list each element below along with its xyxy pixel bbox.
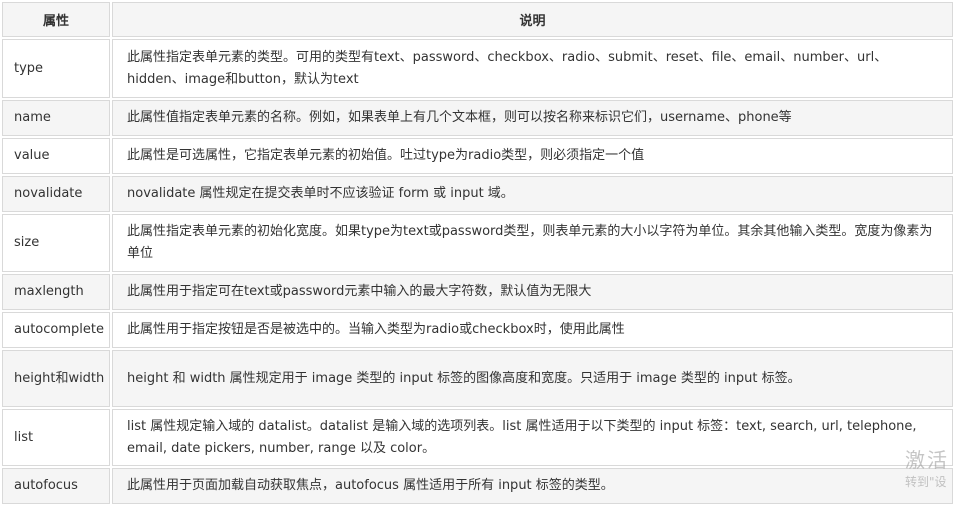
row-attribute: autocomplete bbox=[2, 312, 110, 348]
row-attribute: novalidate bbox=[2, 176, 110, 212]
row-attribute: value bbox=[2, 138, 110, 174]
row-description: 此属性值指定表单元素的名称。例如，如果表单上有几个文本框，则可以按名称来标识它们… bbox=[112, 100, 953, 136]
row-description: 此属性是可选属性，它指定表单元素的初始值。吐过type为radio类型，则必须指… bbox=[112, 138, 953, 174]
table-row: maxlength 此属性用于指定可在text或password元素中输入的最大… bbox=[2, 274, 953, 310]
row-attribute: type bbox=[2, 39, 110, 98]
table-row: value 此属性是可选属性，它指定表单元素的初始值。吐过type为radio类… bbox=[2, 138, 953, 174]
row-description: list 属性规定输入域的 datalist。datalist 是输入域的选项列… bbox=[112, 409, 953, 466]
table-header-row: 属性 说明 bbox=[2, 2, 953, 37]
row-description: 此属性指定表单元素的类型。可用的类型有text、password、checkbo… bbox=[112, 39, 953, 98]
row-description: novalidate 属性规定在提交表单时不应该验证 form 或 input … bbox=[112, 176, 953, 212]
table-row: height和width height 和 width 属性规定用于 image… bbox=[2, 350, 953, 407]
table-row: type 此属性指定表单元素的类型。可用的类型有text、password、ch… bbox=[2, 39, 953, 98]
table-row: list list 属性规定输入域的 datalist。datalist 是输入… bbox=[2, 409, 953, 466]
table-row: autocomplete 此属性用于指定按钮是否是被选中的。当输入类型为radi… bbox=[2, 312, 953, 348]
header-attribute: 属性 bbox=[2, 2, 110, 37]
table-row: name 此属性值指定表单元素的名称。例如，如果表单上有几个文本框，则可以按名称… bbox=[2, 100, 953, 136]
row-description: 此属性用于指定按钮是否是被选中的。当输入类型为radio或checkbox时，使… bbox=[112, 312, 953, 348]
row-attribute: name bbox=[2, 100, 110, 136]
row-attribute: maxlength bbox=[2, 274, 110, 310]
row-description: 此属性指定表单元素的初始化宽度。如果type为text或password类型，则… bbox=[112, 214, 953, 272]
row-attribute: height和width bbox=[2, 350, 110, 407]
row-description: 此属性用于页面加载自动获取焦点，autofocus 属性适用于所有 input … bbox=[112, 468, 953, 504]
row-attribute: size bbox=[2, 214, 110, 272]
table-row: novalidate novalidate 属性规定在提交表单时不应该验证 fo… bbox=[2, 176, 953, 212]
row-attribute: list bbox=[2, 409, 110, 466]
row-description: 此属性用于指定可在text或password元素中输入的最大字符数，默认值为无限… bbox=[112, 274, 953, 310]
attributes-table: 属性 说明 type 此属性指定表单元素的类型。可用的类型有text、passw… bbox=[0, 0, 955, 506]
table-row: size 此属性指定表单元素的初始化宽度。如果type为text或passwor… bbox=[2, 214, 953, 272]
header-description: 说明 bbox=[112, 2, 953, 37]
row-description: height 和 width 属性规定用于 image 类型的 input 标签… bbox=[112, 350, 953, 407]
row-attribute: autofocus bbox=[2, 468, 110, 504]
table-row: autofocus 此属性用于页面加载自动获取焦点，autofocus 属性适用… bbox=[2, 468, 953, 504]
